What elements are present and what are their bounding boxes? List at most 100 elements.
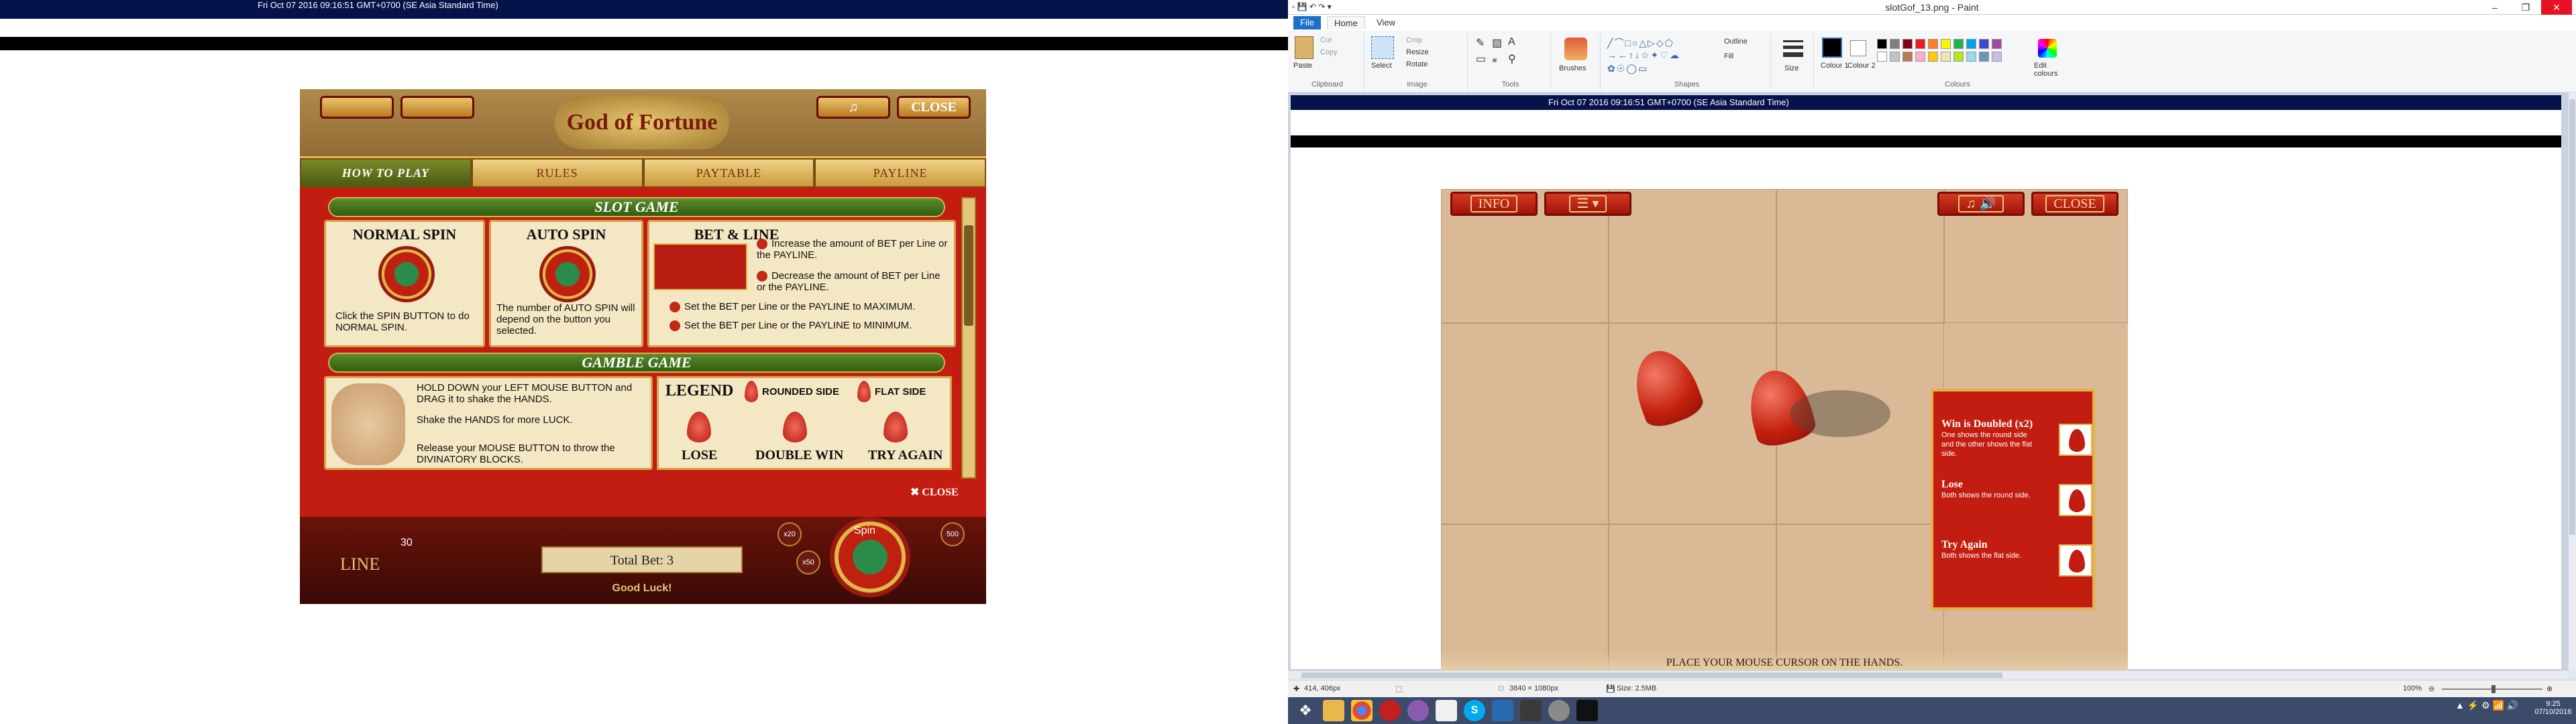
magnifier-icon[interactable]: ⚲ [1508,52,1516,66]
fill-button[interactable]: Fill [1724,52,1733,60]
app-icon-2[interactable] [1407,700,1429,721]
palette-swatch[interactable] [1966,52,1976,62]
brushes-button[interactable]: Brushes [1559,64,1586,72]
close-button-canvas[interactable]: CLOSE [2031,192,2118,216]
paste-button[interactable]: Paste [1293,62,1312,70]
copy-button[interactable]: Copy [1320,48,1338,56]
app-icon-3[interactable] [1436,700,1457,721]
tray-icons[interactable]: ▲ ⚡ ⚙ 📶 🔊 [2455,700,2518,711]
x20-button[interactable]: x20 [777,522,802,546]
canvas-area[interactable]: Fri Oct 07 2016 09:16:51 GMT+0700 (SE As… [1288,93,2568,670]
palette-swatch[interactable] [1953,39,1964,49]
canvas-image[interactable]: Fri Oct 07 2016 09:16:51 GMT+0700 (SE As… [1291,95,2561,670]
palette-swatch[interactable] [1953,52,1964,62]
palette-swatch[interactable] [1941,39,1951,49]
chrome-icon[interactable] [1351,700,1373,721]
horizontal-scrollbar[interactable] [1288,670,2568,680]
x50-button[interactable]: x50 [796,550,820,575]
close-button-top[interactable]: CLOSE [897,96,971,119]
resize-button[interactable]: Resize [1406,48,1429,56]
x500-button[interactable]: 500 [941,522,965,546]
shapes-gallery-row2[interactable]: →←↑↓☆✦♡☁ [1607,50,1680,61]
floor-tile [1441,524,1609,670]
colour1-swatch[interactable] [1822,38,1842,58]
tab-rules[interactable]: RULES [471,158,643,188]
lose-icon [687,412,711,442]
select-button[interactable]: Select [1371,62,1392,70]
text-icon[interactable]: A [1508,36,1515,48]
tab-file[interactable]: File [1293,16,1321,29]
paint-taskbar-icon[interactable] [1548,700,1570,721]
palette-swatch[interactable] [1941,52,1951,62]
vertical-scroll-thumb[interactable] [2569,99,2575,535]
picker-icon[interactable]: ⁎ [1492,52,1497,66]
palette-swatch[interactable] [1992,52,2002,62]
horizontal-scroll-thumb[interactable] [1301,672,2002,678]
shapes-gallery-row3[interactable]: ✿☉◯▭ [1607,63,1648,74]
shapes-gallery[interactable]: ╱⌒□○△▷◇⬠ [1607,36,1674,50]
palette-swatch[interactable] [1966,39,1976,49]
palette-swatch[interactable] [1992,39,2002,49]
tab-how-to-play[interactable]: HOW TO PLAY [300,158,472,188]
eraser-icon[interactable]: ▭ [1476,52,1486,66]
palette-swatch[interactable] [1915,39,1925,49]
pencil-icon[interactable]: ✎ [1476,36,1485,50]
selection-size-icon: ⬚ [1395,685,1403,693]
rotate-button[interactable]: Rotate [1406,60,1428,68]
palette-swatch[interactable] [1915,52,1925,62]
settings-button-canvas[interactable]: ☰ ▾ [1544,192,1631,216]
size-line-2 [1783,46,1803,49]
clock[interactable]: 9:25 07/10/2016 [2534,700,2572,716]
paytable-row-lose: Lose Both shows the round side. [1941,479,2096,516]
terminal-icon[interactable] [1576,700,1598,721]
app-icon-5[interactable] [1520,700,1542,721]
file-explorer-icon[interactable] [1323,700,1344,721]
info-button-canvas[interactable]: INFO [1450,192,1538,216]
palette-swatch[interactable] [1928,39,1938,49]
image-label: Image [1407,80,1428,88]
fill-icon[interactable]: ▧ [1492,36,1502,50]
skype-icon[interactable]: S [1464,700,1485,721]
edit-colours-button[interactable]: Edit colours [2034,62,2068,78]
info-button[interactable] [320,96,394,119]
tab-home[interactable]: Home [1327,16,1365,29]
palette-swatch[interactable] [1902,39,1913,49]
palette-swatch[interactable] [1902,52,1913,62]
sound-button[interactable]: ♫ [816,96,890,119]
sound-button-canvas[interactable]: ♫ 🔊 [1937,192,2025,216]
palette-swatch[interactable] [1890,52,1900,62]
tab-paytable[interactable]: PAYTABLE [643,158,815,188]
cut-button[interactable]: Cut [1320,36,1332,44]
zoom-in-icon[interactable]: ⊕ [2546,684,2553,693]
outline-button[interactable]: Outline [1724,38,1748,46]
help-scroll-thumb[interactable] [964,225,973,326]
palette-swatch[interactable] [1877,39,1887,49]
tab-payline[interactable]: PAYLINE [814,158,986,188]
minimize-button[interactable]: – [2479,0,2510,15]
close-window-button[interactable]: ✕ [2541,0,2572,15]
maximize-button[interactable]: ❐ [2510,0,2541,15]
help-scrollbar[interactable] [961,197,976,479]
tab-view[interactable]: View [1370,16,1402,29]
vertical-scrollbar[interactable] [2568,93,2576,670]
size-button[interactable]: Size [1784,64,1799,72]
palette-swatch[interactable] [1928,52,1938,62]
canvas-black-bar [1291,135,2561,147]
app-icon-4[interactable] [1492,700,1513,721]
floor-tile [1609,323,1776,524]
palette-swatch[interactable] [1890,39,1900,49]
palette-swatch[interactable] [1979,39,1989,49]
zoom-out-icon[interactable]: ⊖ [2428,684,2434,693]
colour2-swatch[interactable] [1850,40,1866,56]
close-link[interactable]: ✖ CLOSE [910,485,959,499]
paytable-desc-doubled: One shows the round side and the other s… [1941,431,2033,458]
settings-button[interactable] [400,96,474,119]
palette-swatch[interactable] [1979,52,1989,62]
crop-button[interactable]: Crop [1406,36,1422,44]
legend-box: LEGEND ROUNDED SIDE FLAT SIDE LOSE DOUBL… [657,376,952,470]
app-icon-1[interactable] [1379,700,1401,721]
start-button[interactable]: ❖ [1295,700,1316,721]
zoom-slider-thumb[interactable] [2491,685,2496,693]
palette-swatch[interactable] [1877,52,1887,62]
left-monitor: Fri Oct 07 2016 09:16:51 GMT+0700 (SE As… [0,0,1288,724]
